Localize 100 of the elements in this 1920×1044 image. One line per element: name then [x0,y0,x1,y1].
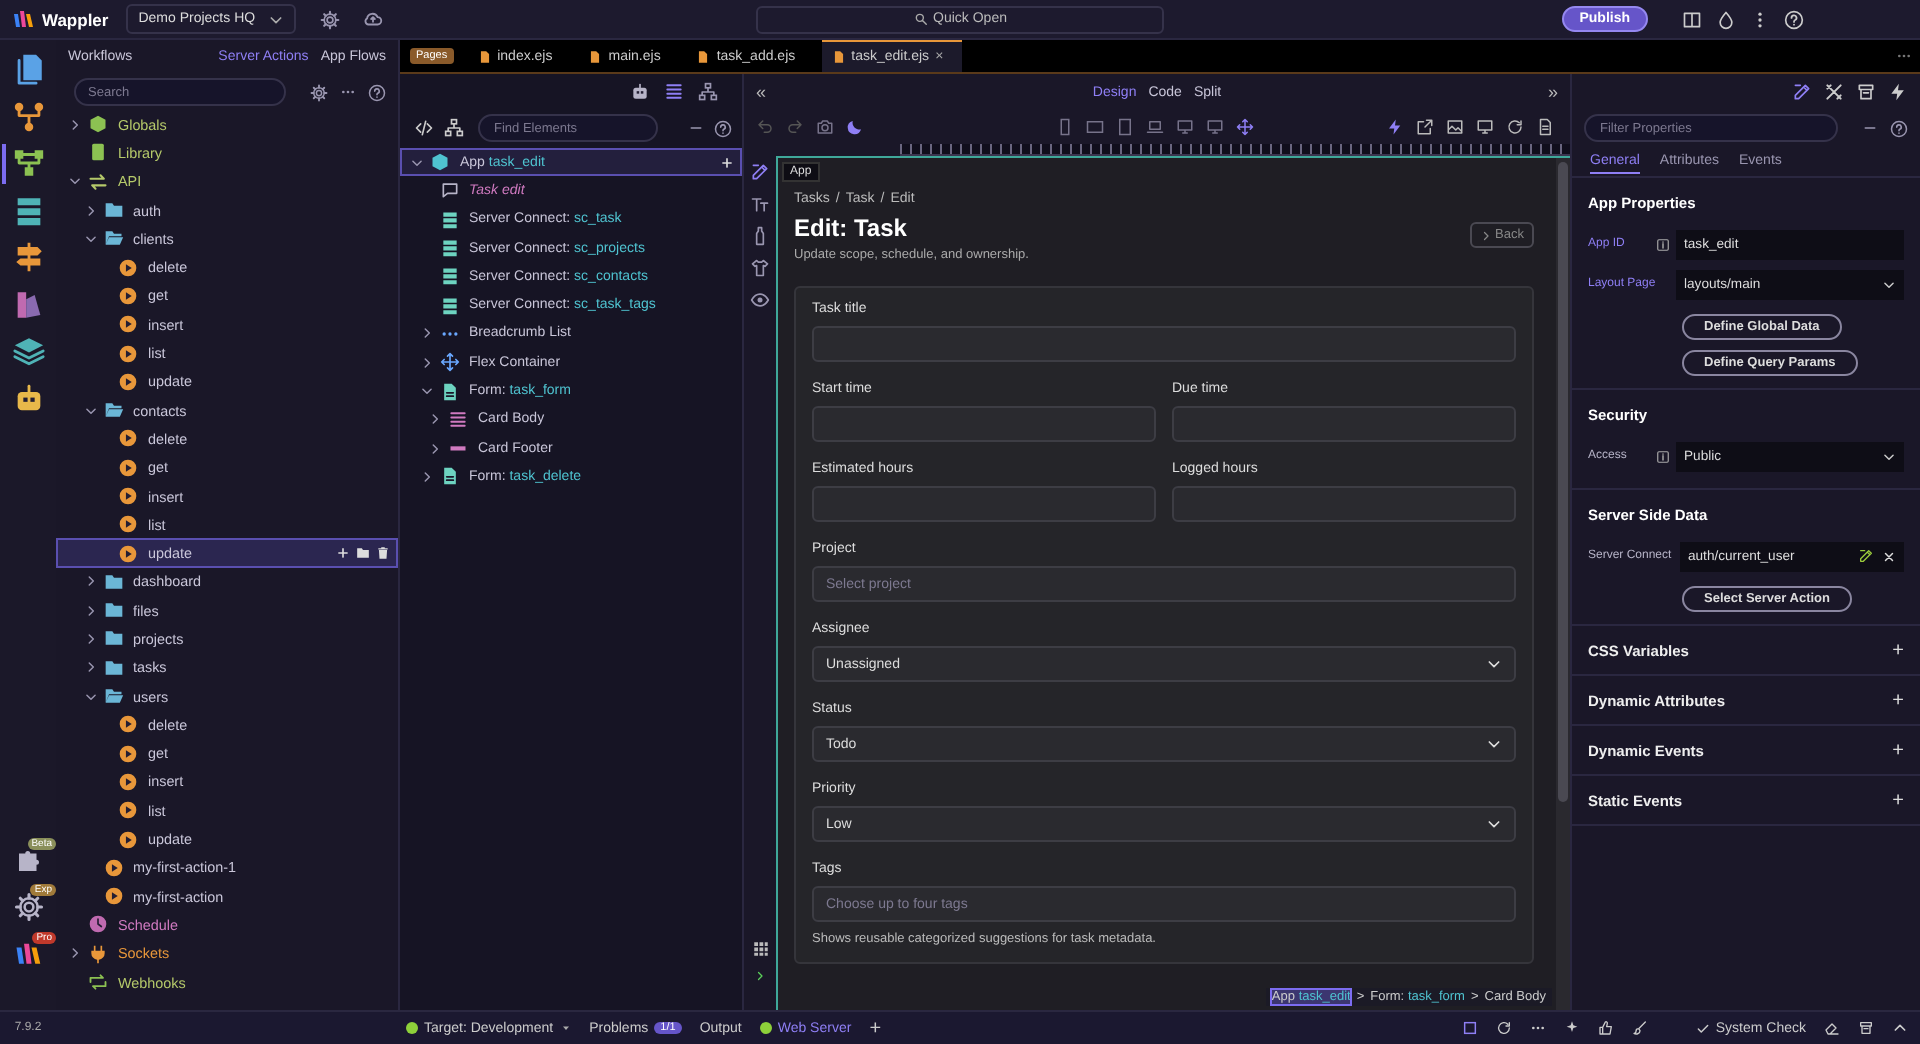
image-icon[interactable] [1446,118,1464,136]
caret-icon [559,1022,572,1034]
help-icon[interactable] [1890,119,1908,137]
edit-icon[interactable] [750,162,770,182]
chevron-right-icon[interactable] [83,574,97,589]
trash-icon[interactable] [376,546,390,561]
add-button[interactable]: + [869,1017,882,1039]
drop-icon[interactable] [1716,9,1736,29]
bottle-icon[interactable] [750,226,770,246]
chevron-right-icon[interactable] [754,970,766,982]
chevron-down-icon [267,11,284,27]
file-icon [477,50,492,64]
add-button[interactable]: + [1892,689,1904,711]
chevron-up-icon[interactable] [1892,1020,1908,1036]
settings-icon[interactable] [319,9,340,29]
info-icon[interactable] [1656,237,1670,251]
code-icon[interactable] [414,118,434,138]
list-icon[interactable] [664,82,684,102]
chevron-right-icon[interactable] [83,660,97,675]
sitemap-icon[interactable] [698,82,718,102]
chevron-right-icon[interactable] [68,117,82,132]
chevron-right-icon[interactable] [428,441,442,456]
sparkle-icon[interactable] [1563,1020,1580,1036]
add-button[interactable]: + [1892,789,1904,811]
tools-icon[interactable] [1824,82,1844,102]
moon-icon[interactable] [846,118,864,136]
move-arrows-icon [439,352,459,373]
text-input[interactable] [812,326,1516,362]
close-icon[interactable] [1882,549,1896,563]
cloud-upload-icon[interactable] [361,8,384,30]
brush-icon[interactable] [1631,1020,1648,1036]
monitor-icon[interactable] [1176,118,1194,136]
eraser-icon[interactable] [1824,1020,1840,1036]
settings-icon[interactable] [13,892,43,923]
help-icon[interactable] [1784,9,1804,29]
monitor-icon[interactable] [1206,118,1224,136]
help-icon[interactable] [714,119,732,137]
plug-icon [88,943,108,964]
play-icon [118,285,138,306]
settings-icon[interactable] [310,83,328,101]
share-icon[interactable] [1416,118,1434,136]
help-icon[interactable] [368,83,386,101]
stack-icon[interactable] [1858,1020,1874,1036]
chevron-right-icon[interactable] [68,946,82,961]
pencil-icon[interactable] [1858,548,1874,564]
move-arrows-icon[interactable] [1236,118,1254,136]
bolt-icon[interactable] [1386,118,1404,136]
chevron-down-icon [1882,277,1896,291]
chevron-down-icon[interactable] [83,231,97,246]
monitor-icon[interactable] [1476,118,1494,136]
text-input[interactable] [812,406,1156,442]
thumbs-up-icon[interactable] [1597,1020,1614,1036]
plus-icon[interactable] [720,155,734,170]
chevron-down-icon[interactable] [83,403,97,418]
open-folder-icon [103,228,123,249]
chevron-down-icon[interactable] [68,174,82,189]
square-icon[interactable] [1461,1020,1478,1036]
laptop-icon[interactable] [1146,118,1164,136]
info-icon[interactable] [1656,449,1670,463]
folder-icon[interactable] [356,546,370,561]
plus-icon[interactable] [336,546,350,561]
collapse-button[interactable]: « [756,82,767,102]
chevron-right-icon[interactable] [419,326,433,341]
puzzle-icon[interactable] [13,845,43,876]
text-size-icon[interactable] [750,194,770,214]
chevron-down-icon[interactable] [410,155,424,170]
stack-icon[interactable] [1856,82,1876,102]
clock-icon [88,914,108,935]
landscape-icon[interactable] [1086,118,1104,136]
chevron-right-icon[interactable] [83,631,97,646]
chevron-right-icon[interactable] [419,469,433,484]
expand-button[interactable]: » [1547,82,1558,102]
text-input[interactable] [1172,486,1516,522]
grid-icon[interactable] [751,940,769,958]
refresh-icon[interactable] [1495,1020,1512,1036]
split-view-icon[interactable] [1682,9,1702,29]
page-title: Edit: Task [794,214,909,244]
chevron-right-icon[interactable] [83,603,97,618]
chevron-down-icon[interactable] [83,689,97,704]
bolt-icon[interactable] [1888,82,1908,102]
sitemap-icon[interactable] [444,118,464,138]
chevron-right-icon[interactable] [83,203,97,218]
text-input[interactable] [812,486,1156,522]
edit-icon[interactable] [1792,82,1812,102]
chevron-right-icon[interactable] [428,412,442,427]
add-button[interactable]: + [1892,739,1904,761]
robot-icon[interactable] [630,82,650,102]
text-input[interactable] [1172,406,1516,442]
chevron-down-icon [1882,449,1896,463]
phone-icon[interactable] [1056,118,1074,136]
tablet-icon[interactable] [1116,118,1134,136]
eye-icon[interactable] [750,290,770,310]
chevron-right-icon[interactable] [419,355,433,370]
logo-icon[interactable] [13,939,43,970]
chevron-down-icon[interactable] [419,384,433,399]
camera-icon[interactable] [816,118,834,136]
document-icon[interactable] [1536,118,1554,136]
refresh-icon[interactable] [1506,118,1524,136]
add-button[interactable]: + [1892,639,1904,661]
shirt-icon[interactable] [750,258,770,278]
